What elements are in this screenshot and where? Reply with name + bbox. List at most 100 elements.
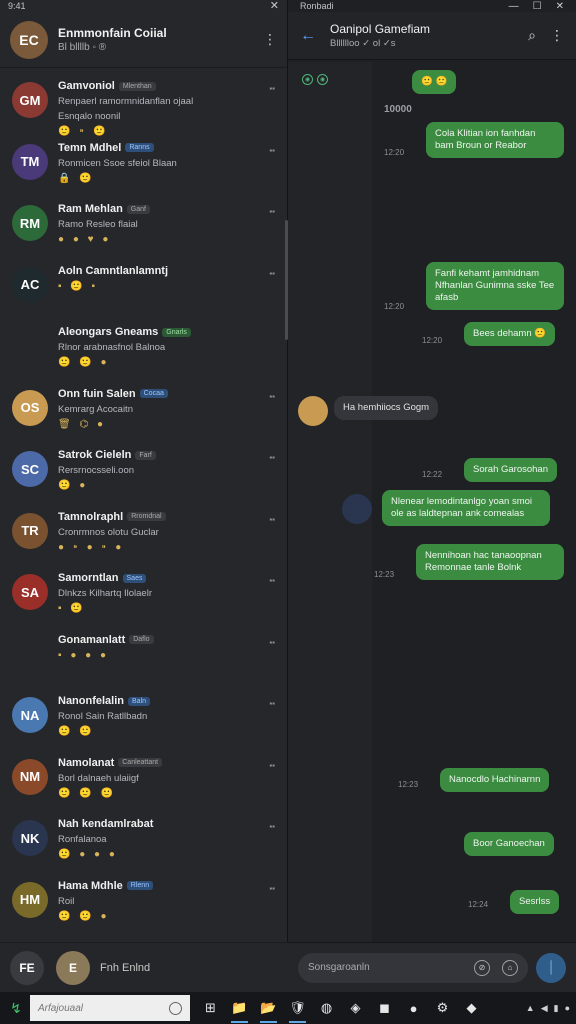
- search-icon[interactable]: ⌕: [528, 27, 536, 44]
- tray-icon[interactable]: ●: [565, 1003, 570, 1013]
- emoji-icon[interactable]: ⊘: [474, 959, 490, 976]
- message-sender-avatar[interactable]: [342, 494, 372, 524]
- chat-list-item[interactable]: Gonamanlatt Daflo ▪ ● ● ● ▪▪: [0, 624, 287, 686]
- chat-avatar[interactable]: TR: [12, 512, 48, 549]
- outgoing-message[interactable]: Sesrlss: [510, 890, 560, 914]
- chat-title: Gamvoniol Mlenthan: [58, 80, 275, 92]
- minimize-icon[interactable]: —: [509, 1, 519, 12]
- chat-reaction-icons: 🙂 🙂 ●: [58, 357, 110, 368]
- chat-body: Gonamanlatt Daflo ▪ ● ● ●: [58, 634, 275, 661]
- taskbar-app-icon[interactable]: ◼: [370, 992, 399, 1024]
- attach-icon[interactable]: ⌂: [502, 959, 518, 976]
- chat-avatar[interactable]: SA: [12, 574, 48, 610]
- outgoing-message[interactable]: Boor Ganoechan: [464, 832, 554, 856]
- close-icon[interactable]: ✕: [270, 1, 279, 12]
- chat-list-item[interactable]: SA Samorntlan Saes Dlnkzs Kilhartq Ilolaelr…: [0, 562, 287, 624]
- chat-timestamp: ▪▪: [269, 637, 275, 647]
- taskbar-app-icon[interactable]: ◈: [341, 992, 370, 1024]
- window-title: Ronbadi: [300, 1, 334, 11]
- chat-list-item[interactable]: RM Ram Mehlan Ganf Ramo Resleo flaial ● ● ♥ …: [0, 193, 287, 255]
- chat-body: Nah kendamlrabat Ronfalanoa 🙂 ● ● ●: [58, 818, 275, 860]
- chat-avatar[interactable]: OS: [12, 389, 48, 426]
- chat-list-item[interactable]: TR Tamnolraphl Rromdnal Cronrmnos olotu Guc…: [0, 501, 287, 563]
- account-header[interactable]: EC Enmmonfain Coiial Bl bllllb ◦ ® ⋮: [0, 12, 287, 68]
- chat-list-item[interactable]: Aleongars Gneams Gnarls Rlnor arabnasfnol …: [0, 316, 287, 378]
- outgoing-message[interactable]: Fanfi kehamt jamhidnam Nfhanlan Gunimna …: [426, 262, 564, 310]
- more-options-icon[interactable]: ⋮: [550, 27, 564, 44]
- window-controls: — ☐ ✕: [509, 1, 564, 12]
- composer: Sonsgaroanln ⊘ ⌂ ⏐: [288, 942, 576, 992]
- message-sender-avatar[interactable]: [298, 396, 328, 426]
- footer-avatar[interactable]: FE: [10, 950, 44, 985]
- taskbar-app-icon[interactable]: 📂: [254, 992, 283, 1024]
- tray-icon[interactable]: ◀: [541, 1003, 548, 1014]
- read-indicators: ◉ ◉: [302, 74, 328, 85]
- outgoing-message[interactable]: 🙂 🙂: [412, 70, 457, 94]
- chat-badge: Ganf: [126, 204, 150, 214]
- chat-list-item[interactable]: GM Gamvoniol Mlenthan Renpaerl ramormnidanf…: [0, 70, 287, 137]
- chat-avatar[interactable]: SC: [12, 451, 48, 487]
- maximize-icon[interactable]: ☐: [533, 1, 542, 12]
- chat-avatar[interactable]: NK: [12, 820, 48, 856]
- footer-mini-avatar[interactable]: E: [56, 950, 90, 985]
- microphone-button[interactable]: ⏐: [536, 952, 566, 983]
- taskbar-app-icon[interactable]: 📁: [225, 992, 254, 1024]
- chat-list-item[interactable]: SC Satrok Cieleln Farf Rersrnocsseli.oon 🙂 ●…: [0, 439, 287, 501]
- chat-body: Namolanat Canleattant Borl dalnaeh ulaiigf…: [58, 757, 275, 799]
- taskbar-search[interactable]: Arfajouaal: [30, 995, 190, 1021]
- outgoing-message[interactable]: Nennihoan hac tanaoopnan Remonnae tanle …: [416, 544, 564, 580]
- taskbar-app-icon[interactable]: 🛡: [283, 992, 312, 1024]
- tray-icon[interactable]: ▮: [554, 1003, 559, 1014]
- taskbar-app-icon[interactable]: ◍: [312, 992, 341, 1024]
- chat-avatar[interactable]: NM: [12, 758, 48, 795]
- start-icon[interactable]: ↯: [2, 1000, 30, 1017]
- back-arrow-icon[interactable]: ←: [300, 27, 320, 45]
- taskbar-app-icon[interactable]: ⚙: [428, 992, 457, 1024]
- chat-reaction-icons: ▪ 🙂: [58, 603, 86, 614]
- message-input[interactable]: Sonsgaroanln ⊘ ⌂: [298, 952, 528, 983]
- tray-icon[interactable]: ▲: [526, 1003, 535, 1013]
- outgoing-message[interactable]: Nanocdlo Hachinarnn: [440, 768, 550, 792]
- chat-preview-secondary: Esnqalo noonil: [58, 111, 121, 122]
- chat-preview: Dlnkzs Kilhartq Ilolaelr: [58, 588, 152, 599]
- close-window-icon[interactable]: ✕: [556, 1, 564, 12]
- chat-avatar[interactable]: NA: [12, 697, 48, 733]
- taskbar-app-icon[interactable]: ◆: [457, 992, 486, 1024]
- chat-avatar[interactable]: TM: [12, 143, 48, 180]
- chat-name: Hama Mdhle: [58, 879, 123, 892]
- outgoing-message[interactable]: Nlenear lemodintanlgo yoan smoi ole as l…: [382, 490, 550, 526]
- chat-body: Onn fuin Salen Cocaa Kemrarg Acocaitn 🗑 ⌬ ●: [58, 388, 275, 430]
- chat-list-item[interactable]: NK Nah kendamlrabat Ronfalanoa 🙂 ● ● ● ▪▪: [0, 808, 287, 870]
- chat-badge: Mlenthan: [118, 81, 156, 91]
- outgoing-message[interactable]: Sorah Garosohan: [464, 458, 557, 482]
- chat-avatar[interactable]: RM: [12, 205, 48, 241]
- chat-avatar[interactable]: [12, 328, 48, 364]
- chat-badge: Ranns: [125, 143, 154, 152]
- taskbar: ↯ Arfajouaal ⊞ 📁 📂 🛡 ◍ ◈ ◼ ● ⚙ ◆ ▲ ◀ ▮ ●: [0, 992, 576, 1024]
- incoming-message[interactable]: Ha hemhiiocs Gogm: [334, 396, 439, 420]
- chat-list-item[interactable]: HM Hama Mdhle Rlenn Roil 🙂 🙂 ● ▪▪: [0, 870, 287, 932]
- chat-badge: Gnarls: [162, 327, 191, 337]
- chat-list-item[interactable]: OS Onn fuin Salen Cocaa Kemrarg Acocaitn 🗑 ⌬…: [0, 378, 287, 440]
- chat-reaction-icons: 🙂 🙂: [58, 726, 95, 737]
- outgoing-message[interactable]: Bees dehamn 🙂: [464, 322, 556, 346]
- account-avatar[interactable]: EC: [10, 20, 48, 59]
- chat-list-item[interactable]: NM Namolanat Canleattant Borl dalnaeh ulaii…: [0, 747, 287, 809]
- chat-avatar[interactable]: [12, 635, 48, 672]
- chat-list-item[interactable]: TM Temn Mdhel Ranns Ronmicen Ssoe sfeiol Bl…: [0, 132, 287, 194]
- chat-title: Ram Mehlan Ganf: [58, 203, 275, 215]
- chat-list-item[interactable]: AC Aoln Camntlanlamntj ▪ 🙂 ▪ ▪▪: [0, 255, 287, 317]
- taskbar-app-icon[interactable]: ●: [399, 992, 428, 1024]
- chat-avatar[interactable]: HM: [12, 881, 48, 918]
- chat-avatar[interactable]: AC: [12, 266, 48, 303]
- chat-title: Onn fuin Salen Cocaa: [58, 388, 275, 400]
- chat-avatar[interactable]: GM: [12, 82, 48, 118]
- chat-badge: Cocaa: [139, 389, 168, 398]
- chat-name: Nah kendamlrabat: [58, 818, 154, 830]
- more-options-icon[interactable]: ⋮: [263, 31, 277, 48]
- chat-list-item[interactable]: NA Nanonfelalin Baln Ronol Sain Ratllbadn 🙂 …: [0, 685, 287, 747]
- chat-name: Samorntlan: [58, 572, 119, 584]
- outgoing-message[interactable]: Cola Klitian ion fanhdan bam Broun or Re…: [426, 122, 564, 158]
- taskbar-app-icon[interactable]: ⊞: [196, 992, 225, 1024]
- conversation-title[interactable]: Oanipol Gamefiam Blllllloo ✓ ol ✓s: [330, 22, 514, 49]
